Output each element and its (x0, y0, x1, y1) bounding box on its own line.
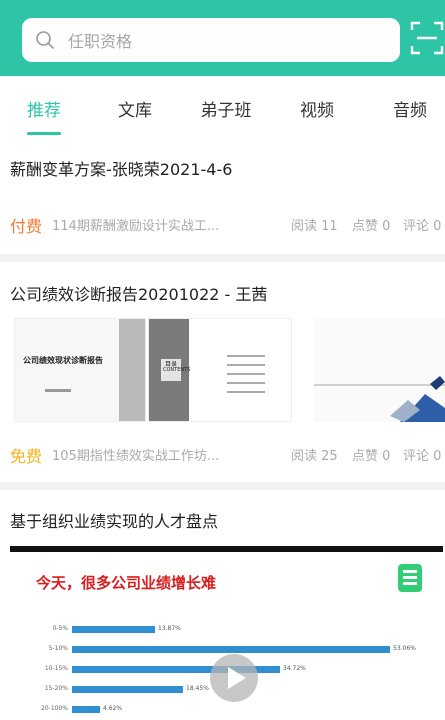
bar-label: 20-100% (41, 705, 68, 712)
price-badge: 付费 (10, 217, 43, 236)
read-count: 阅读 25 (291, 449, 338, 464)
slide-title: 公司绩效现状诊断报告 (23, 356, 103, 365)
category-tabs: 推荐 文库 弟子班 视频 音频 (0, 76, 445, 142)
course-label[interactable]: 114期薪酬激励设计实战工... (52, 215, 242, 234)
slide-thumb-section (314, 318, 445, 422)
play-button[interactable] (210, 654, 258, 702)
bar (72, 646, 390, 653)
bar-value: 53.06% (393, 645, 416, 652)
course-label[interactable]: 105期指性绩效实战工作坊... (52, 445, 242, 464)
bar (72, 626, 155, 633)
feed-item-title[interactable]: 薪酬变革方案-张晓荣2021-4-6 (10, 156, 232, 180)
bar-value: 34.72% (283, 665, 306, 672)
divider (0, 254, 445, 262)
logo-icon (398, 564, 422, 592)
price-badge: 免费 (10, 447, 43, 466)
bar-label: 10-15% (44, 665, 68, 672)
slide-thumb-cover: 公司绩效现状诊断报告 (14, 318, 146, 422)
slide-contents-sub: CONTENTS (163, 367, 191, 373)
play-icon (228, 667, 246, 689)
bar (72, 706, 100, 713)
bar (72, 686, 183, 693)
search-icon (36, 31, 54, 49)
bar-value: 18.45% (186, 685, 209, 692)
feed-item-meta: 免费 105期指性绩效实战工作坊... 阅读 25 点赞 0 评论 0 (10, 443, 445, 467)
tab-disciple-class[interactable]: 弟子班 (186, 96, 266, 121)
bar-label: 15-20% (44, 685, 68, 692)
feed-item-meta: 付费 114期薪酬激励设计实战工... 阅读 11 点赞 0 评论 0 (10, 213, 445, 237)
slide-thumb-contents: 目录 CONTENTS (148, 318, 292, 422)
read-count: 阅读 11 (291, 219, 338, 234)
search-box[interactable] (22, 18, 400, 64)
bar-value: 4.62% (103, 705, 123, 712)
tab-library[interactable]: 文库 (95, 96, 175, 121)
top-header (0, 0, 445, 76)
video-thumbnail[interactable]: 今天，很多公司业绩增长难 0-5% 13.87% 5-10% 53.06% 10-15%… (10, 546, 443, 720)
thumb-top-bar (10, 546, 443, 552)
like-count[interactable]: 点赞 0 (352, 445, 390, 464)
tab-video[interactable]: 视频 (277, 96, 357, 121)
comment-count[interactable]: 评论 0 (403, 445, 441, 464)
like-count[interactable]: 点赞 0 (352, 215, 390, 234)
scan-icon[interactable] (410, 20, 444, 56)
bar-value: 13.87% (158, 625, 181, 632)
feed-item-title[interactable]: 基于组织业绩实现的人才盘点 (10, 508, 218, 532)
bar-label: 5-10% (48, 645, 68, 652)
active-tab-indicator (27, 132, 61, 135)
slide-decoration (390, 376, 445, 422)
search-input[interactable] (66, 18, 390, 64)
tab-audio[interactable]: 音频 (370, 96, 445, 121)
bar-row: 20-100% 4.62% (10, 704, 443, 716)
slide-thumbnails[interactable]: 公司绩效现状诊断报告 目录 CONTENTS (14, 318, 445, 422)
bar-row: 0-5% 13.87% (10, 624, 443, 636)
comment-count[interactable]: 评论 0 (403, 215, 441, 234)
feed-item-title[interactable]: 公司绩效诊断报告20201022 - 王茜 (10, 281, 267, 305)
thumb-headline: 今天，很多公司业绩增长难 (36, 574, 217, 592)
tab-recommend[interactable]: 推荐 (4, 96, 84, 121)
bar-label: 0-5% (52, 625, 68, 632)
divider (0, 482, 445, 490)
